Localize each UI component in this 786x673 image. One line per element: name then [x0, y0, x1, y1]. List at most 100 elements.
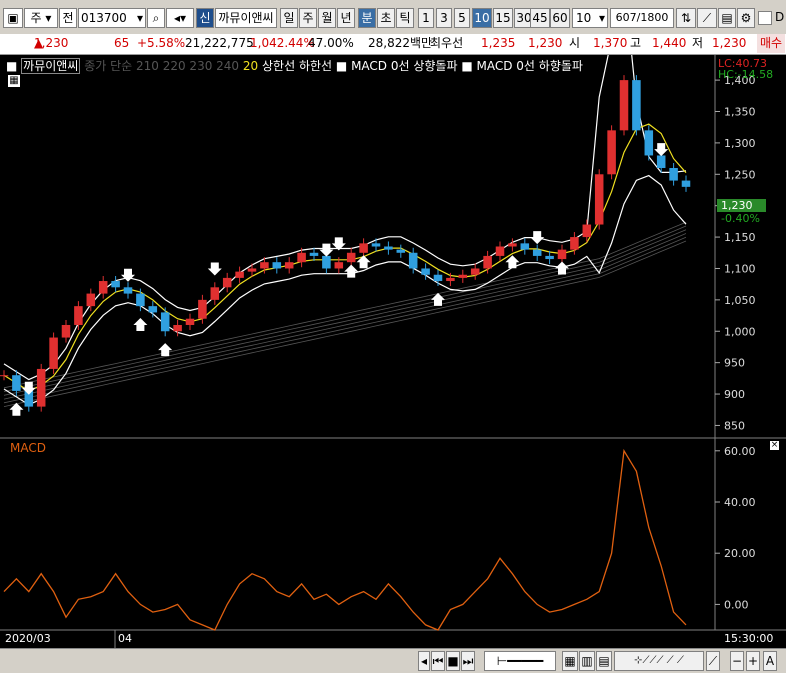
best-label: 최우선 — [430, 36, 464, 50]
candle-body — [0, 375, 9, 377]
d-checkbox[interactable] — [758, 11, 772, 25]
price-tick-label: 1,050 — [724, 294, 756, 307]
new-button[interactable]: 신 — [196, 8, 214, 28]
stock-name-field[interactable]: 까뮤이앤씨 — [215, 8, 277, 28]
candle-body — [136, 293, 145, 307]
speaker-icon[interactable]: ◂▾ — [166, 8, 194, 28]
macd-tick-label: 60.00 — [724, 445, 756, 458]
price-tick-label: 1,100 — [724, 262, 756, 275]
period-week[interactable]: 주 — [299, 8, 317, 28]
candle-body — [458, 274, 468, 278]
minus-icon[interactable]: − — [730, 651, 744, 671]
candle-body — [384, 246, 393, 250]
split-icon[interactable]: ▥ — [579, 651, 595, 671]
prev-button[interactable]: 전 — [59, 8, 77, 28]
candle-body — [594, 174, 604, 225]
price-ticks: 1,4001,3501,3001,2501,2001,1501,1001,050… — [715, 74, 756, 432]
interval-60[interactable]: 60 — [550, 8, 570, 28]
stock-chart[interactable]: 1,4001,3501,3001,2501,2001,1501,1001,050… — [0, 55, 786, 648]
signal-arrows — [9, 143, 669, 416]
interval-45[interactable]: 45 — [530, 8, 550, 28]
market-type-select[interactable]: 주 ▾ — [24, 8, 58, 28]
legend: ■ 까뮤이앤씨 종가 단순 210 220 230 240 20 상한선 하한선… — [6, 57, 583, 74]
close-icon[interactable]: × — [770, 441, 779, 450]
legend-lower: 하한선 — [298, 59, 333, 73]
legend-upper: 상한선 — [262, 59, 296, 73]
period-year[interactable]: 년 — [337, 8, 355, 28]
toolbar: ▣ 주 ▾ 전 013700 ▾ ⌕ ◂▾ 신 까뮤이앤씨 일 주 월 년 분 초… — [0, 0, 786, 35]
interval-10[interactable]: 10 — [472, 8, 492, 28]
grid-icon[interactable]: ▦ — [8, 75, 20, 87]
buy-button[interactable]: 매수 — [757, 34, 786, 53]
amount-value: 28,822백만 — [368, 36, 433, 50]
last-icon[interactable]: ⏭ — [461, 651, 475, 671]
text-icon[interactable]: A — [763, 651, 777, 671]
candle-body — [570, 237, 579, 250]
arrow-down-icon — [121, 268, 135, 282]
arrow-up-icon — [555, 261, 569, 275]
change-percent: +5.58% — [137, 36, 186, 50]
first-icon[interactable]: ⏮ — [431, 651, 445, 671]
chart-area[interactable]: 1,4001,3501,3001,2501,2001,1501,1001,050… — [0, 55, 786, 648]
quote-bar: 1,230 ▲ 65 +5.58% 21,222,775 1,042.44% 4… — [0, 34, 786, 55]
legend-marker: ■ — [6, 59, 18, 73]
macd-tick-label: 0.00 — [724, 598, 749, 611]
candle-body — [495, 246, 505, 256]
indicator-icon[interactable]: ⇅ — [676, 8, 696, 28]
candle-body — [160, 312, 170, 332]
screen-icon[interactable]: ▣ — [3, 8, 23, 28]
long-ma-line — [3, 225, 687, 392]
candle-body — [446, 277, 455, 282]
gear-icon[interactable]: ⚙ — [737, 8, 755, 28]
macd-ticks: 60.00 40.00 20.00 0.00 — [715, 445, 756, 611]
time-end: 15:30:00 — [724, 632, 774, 645]
count-input[interactable]: 607/1800 — [610, 8, 674, 28]
stop-icon[interactable]: ■ — [446, 651, 460, 671]
plus-icon[interactable]: + — [746, 651, 760, 671]
best-ask: 1,235 — [481, 36, 516, 50]
tools-icon[interactable]: ⊹⟋⟋⟋ ⟋ ⟋ — [614, 651, 704, 671]
change-value: 65 — [114, 36, 130, 50]
scroll-left-icon[interactable]: ◂ — [418, 651, 430, 671]
print-icon[interactable]: ▤ — [596, 651, 612, 671]
period-minute[interactable]: 분 — [358, 8, 376, 28]
price-tick-label: 1,350 — [724, 106, 756, 119]
zoom-slider[interactable]: ⊢━━━━━ — [484, 651, 556, 671]
volume-value: 21,222,775 — [185, 36, 254, 50]
interval-select[interactable]: 10 ▾ — [572, 8, 608, 28]
low-value: 1,230 — [712, 36, 747, 50]
save-icon[interactable]: ▤ — [718, 8, 736, 28]
arrow-down-icon — [207, 262, 222, 276]
price-tick-label: 1,150 — [724, 231, 756, 244]
candle-body — [557, 249, 567, 260]
search-icon[interactable]: ⌕ — [147, 8, 165, 28]
candle-body — [433, 274, 443, 282]
current-pct-tag: -0.40% — [721, 212, 760, 225]
arrow-up-icon — [133, 317, 148, 331]
candle-body — [520, 243, 530, 250]
macd-series-line — [3, 448, 687, 631]
candle-body — [632, 80, 641, 131]
chart-icon[interactable]: ⟋ — [697, 8, 717, 28]
layout-icon[interactable]: ▦ — [562, 651, 578, 671]
arrow-up-icon — [356, 255, 371, 269]
interval-1[interactable]: 1 — [418, 8, 434, 28]
stock-code-input[interactable]: 013700 ▾ — [78, 8, 146, 28]
candle-body — [74, 306, 83, 325]
candle-body — [396, 249, 406, 253]
candle-body — [86, 293, 96, 307]
candle-body — [470, 268, 480, 275]
period-day[interactable]: 일 — [280, 8, 298, 28]
period-month[interactable]: 월 — [318, 8, 336, 28]
arrow-down-icon — [530, 231, 545, 245]
interval-select-value: 10 — [576, 11, 592, 25]
legend-stock[interactable]: 까뮤이앤씨 — [21, 58, 81, 74]
line-icon[interactable]: ⟋ — [706, 651, 720, 671]
candle-body — [334, 262, 344, 269]
interval-3[interactable]: 3 — [436, 8, 452, 28]
period-tick[interactable]: 틱 — [396, 8, 414, 28]
interval-15[interactable]: 15 — [493, 8, 513, 28]
candle-body — [36, 368, 46, 407]
interval-5[interactable]: 5 — [454, 8, 470, 28]
period-second[interactable]: 초 — [377, 8, 395, 28]
